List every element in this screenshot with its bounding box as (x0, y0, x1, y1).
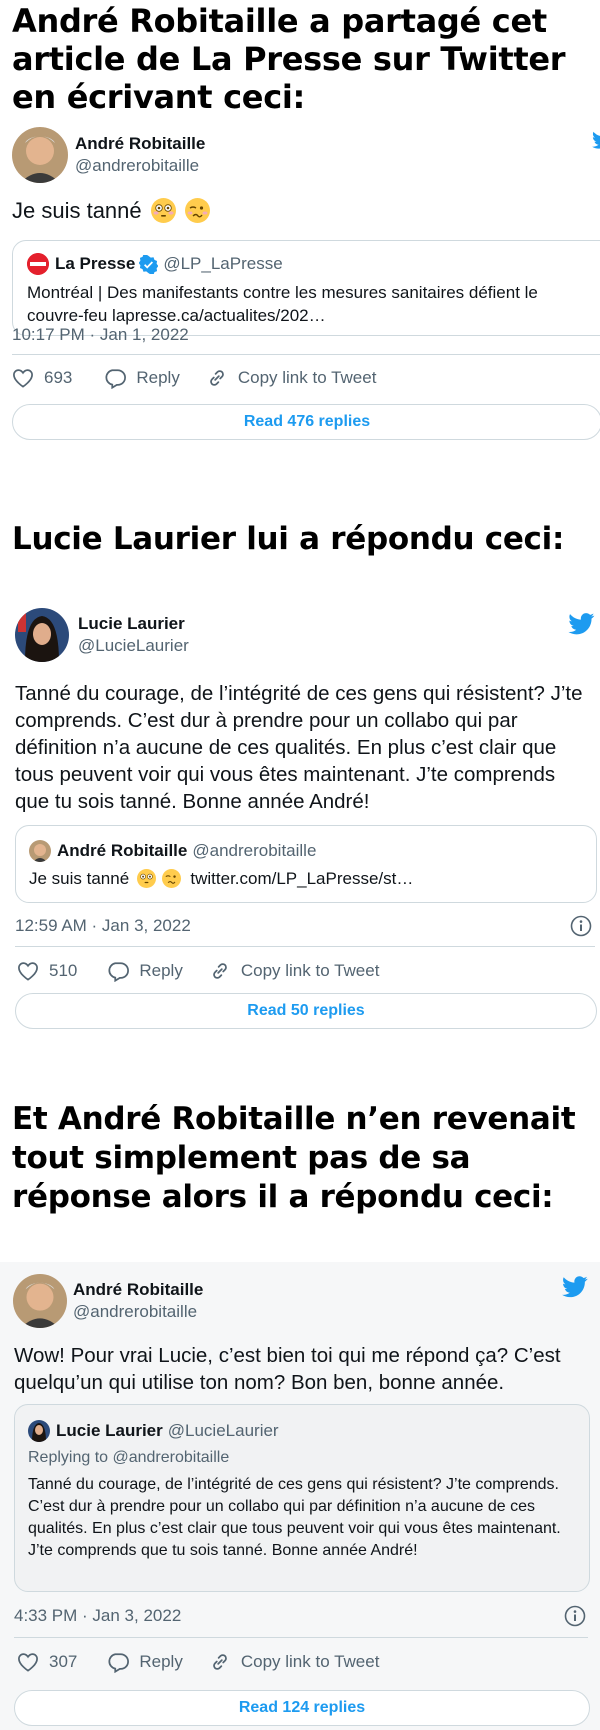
read-replies-button[interactable]: Read 50 replies (15, 993, 597, 1029)
reply-button[interactable]: Reply (107, 1652, 183, 1673)
copy-link-button[interactable]: Copy link to Tweet (209, 960, 380, 982)
info-icon[interactable] (564, 1605, 586, 1627)
reply-bubble-icon (108, 961, 130, 982)
tweet-author[interactable]: Lucie Laurier @LucieLaurier (15, 608, 189, 662)
author-handle: @LucieLaurier (78, 636, 189, 655)
verified-badge-icon (139, 254, 159, 274)
tweet-text: Wow! Pour vrai Lucie, c’est bien toi qui… (14, 1344, 561, 1394)
quoted-tweet[interactable]: La Presse @LP_LaPresse Montréal | Des ma… (12, 240, 600, 336)
reply-button[interactable]: Reply (107, 961, 183, 982)
twitter-bird-icon (562, 1276, 588, 1298)
reply-bubble-icon (108, 1652, 130, 1673)
divider (15, 946, 595, 947)
tweet-actions: 510 Reply Copy link to Tweet (17, 960, 379, 982)
woozy-face-emoji (161, 869, 181, 888)
reply-button[interactable]: Reply (104, 368, 180, 389)
quoted-tweet[interactable]: Lucie Laurier @LucieLaurier Replying to … (14, 1404, 590, 1592)
like-count: 307 (49, 1652, 78, 1671)
heart-icon (18, 1653, 38, 1672)
woozy-face-emoji (184, 198, 210, 223)
tweet-author[interactable]: André Robitaille @andrerobitaille (12, 127, 205, 183)
quoted-link[interactable]: twitter.com/LP_LaPresse/st… (190, 869, 413, 888)
reply-bubble-icon (105, 368, 127, 389)
quoted-text: Tanné du courage, de l’intégrité de ces … (28, 1476, 561, 1559)
tweet-text-content: Je suis tanné (12, 198, 142, 223)
tweet-timestamp[interactable]: 10:17 PM · Jan 1, 2022 (12, 325, 189, 345)
like-count: 510 (49, 961, 78, 980)
like-count: 693 (44, 368, 73, 387)
link-icon (210, 370, 224, 386)
read-replies-button[interactable]: Read 124 replies (14, 1690, 590, 1726)
like-button[interactable]: 510 (17, 961, 77, 981)
caption-third: Et André Robitaille n’en revenait tout s… (12, 1101, 576, 1215)
quoted-author-handle: @andrerobitaille (192, 841, 317, 860)
info-icon[interactable] (570, 915, 592, 937)
flushed-face-emoji (136, 869, 156, 888)
author-handle: @andrerobitaille (75, 156, 200, 175)
link-icon (213, 1654, 227, 1670)
read-replies-button[interactable]: Read 476 replies (12, 404, 600, 440)
quoted-author-handle: @LP_LaPresse (163, 254, 283, 273)
tweet-actions: 307 Reply Copy link to Tweet (17, 1651, 379, 1673)
flushed-face-emoji (150, 198, 176, 223)
quoted-author-name: Lucie Laurier (56, 1421, 163, 1440)
divider (12, 354, 600, 355)
reply-label: Reply (139, 1652, 183, 1671)
la-presse-logo (27, 253, 49, 275)
quoted-avatar (29, 840, 51, 862)
tweet-andre-first: André Robitaille @andrerobitaille Je sui… (0, 122, 600, 482)
quoted-tweet[interactable]: André Robitaille @andrerobitaille Je sui… (15, 825, 597, 903)
quoted-avatar (28, 1420, 50, 1442)
author-handle: @andrerobitaille (73, 1302, 198, 1321)
copy-link-label: Copy link to Tweet (240, 1652, 380, 1671)
tweet-lucie-reply: Lucie Laurier @LucieLaurier Tanné du cou… (0, 605, 600, 1035)
avatar[interactable] (15, 608, 69, 662)
quoted-author-handle: @LucieLaurier (167, 1421, 279, 1440)
tweet-actions: 693 Reply Copy link to Tweet (12, 367, 376, 389)
avatar[interactable] (13, 1274, 67, 1328)
tweet-text: Je suis tanné (12, 198, 210, 224)
like-button[interactable]: 307 (17, 1652, 77, 1672)
copy-link-button[interactable]: Copy link to Tweet (209, 1651, 380, 1673)
quoted-text-content: Je suis tanné (29, 869, 130, 888)
copy-link-label: Copy link to Tweet (237, 368, 377, 387)
divider (14, 1637, 588, 1638)
heart-icon (18, 962, 38, 981)
replying-to: Replying to @andrerobitaille (28, 1449, 230, 1466)
tweet-timestamp[interactable]: 12:59 AM · Jan 3, 2022 (15, 916, 191, 936)
tweet-text: Tanné du courage, de l’intégrité de ces … (15, 682, 583, 813)
twitter-bird-icon (568, 613, 595, 635)
author-name: André Robitaille (73, 1280, 204, 1299)
quoted-author-name: La Presse (55, 254, 136, 273)
quoted-author-name: André Robitaille (57, 841, 188, 860)
quoted-text: Montréal | Des manifestants contre les m… (27, 283, 538, 325)
tweet-author[interactable]: André Robitaille @andrerobitaille (13, 1274, 203, 1328)
tweet-timestamp[interactable]: 4:33 PM · Jan 3, 2022 (14, 1606, 181, 1626)
like-button[interactable]: 693 (12, 368, 72, 388)
reply-label: Reply (139, 961, 183, 980)
copy-link-label: Copy link to Tweet (240, 961, 380, 980)
author-name: Lucie Laurier (78, 614, 185, 633)
twitter-bird-icon (592, 131, 600, 149)
caption-first: André Robitaille a partagé cet article d… (12, 2, 566, 116)
heart-icon (13, 369, 33, 388)
caption-second: Lucie Laurier lui a répondu ceci: (12, 521, 565, 557)
avatar[interactable] (12, 127, 68, 183)
author-name: André Robitaille (75, 134, 206, 153)
quoted-text: Je suis tanné twitter.com/LP_LaPresse/st… (29, 869, 413, 889)
tweet-andre-response: André Robitaille @andrerobitaille Wow! P… (0, 1262, 600, 1730)
copy-link-button[interactable]: Copy link to Tweet (206, 367, 377, 389)
reply-label: Reply (136, 368, 180, 387)
link-icon (213, 963, 227, 979)
